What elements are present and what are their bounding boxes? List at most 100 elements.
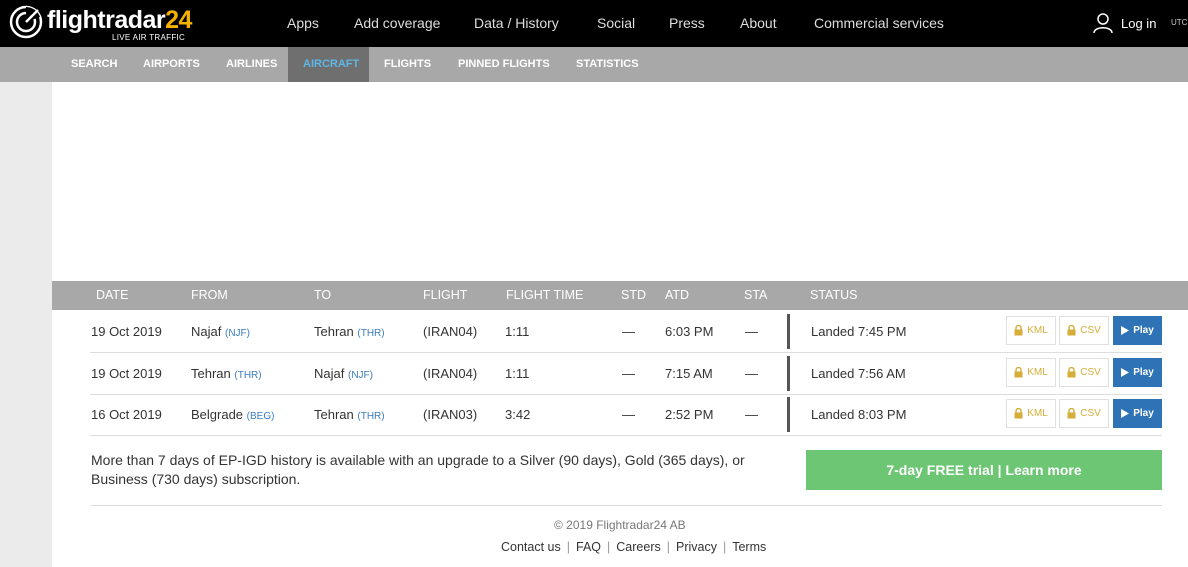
cell-flight: (IRAN03): [423, 407, 478, 422]
subnav-airports[interactable]: AIRPORTS: [143, 47, 200, 82]
kml-label: KML: [1027, 408, 1048, 419]
footer-separator: |: [666, 540, 670, 554]
from-airport-code[interactable]: (THR): [234, 370, 261, 381]
cell-flight-time: 1:11: [505, 366, 530, 381]
play-button[interactable]: Play: [1113, 316, 1162, 345]
lock-icon: [1014, 325, 1023, 336]
play-icon: [1121, 368, 1130, 377]
cell-std: —: [622, 324, 635, 339]
flight-history-table-header: DATE FROM TO FLIGHT FLIGHT TIME STD ATD …: [52, 281, 1188, 310]
subnav-search[interactable]: SEARCH: [71, 47, 117, 82]
cell-from: Najaf (NJF): [191, 324, 250, 339]
cell-date: 16 Oct 2019: [91, 407, 162, 422]
header-date: DATE: [96, 288, 129, 302]
csv-label: CSV: [1080, 367, 1101, 378]
table-row[interactable]: 16 Oct 2019 Belgrade (BEG) Tehran (THR) (IR…: [90, 394, 1162, 436]
play-button[interactable]: Play: [1113, 358, 1162, 387]
play-icon: [1121, 409, 1130, 418]
cell-date: 19 Oct 2019: [91, 324, 162, 339]
left-gutter: [0, 82, 52, 567]
cell-std: —: [622, 407, 635, 422]
to-airport-code[interactable]: (THR): [357, 328, 384, 339]
topnav-apps[interactable]: Apps: [287, 15, 319, 31]
cell-sta: —: [745, 407, 758, 422]
from-airport: Tehran: [191, 366, 231, 381]
csv-label: CSV: [1080, 325, 1101, 336]
cell-std: —: [622, 366, 635, 381]
free-trial-button[interactable]: 7-day FREE trial | Learn more: [806, 450, 1162, 490]
table-row[interactable]: 19 Oct 2019 Tehran (THR) Najaf (NJF) (IRAN0…: [90, 353, 1162, 395]
to-airport-code[interactable]: (THR): [357, 411, 384, 422]
csv-download-button[interactable]: CSV: [1059, 316, 1109, 345]
header-status: STATUS: [810, 288, 858, 302]
header-to: TO: [314, 288, 332, 302]
topnav-add-coverage[interactable]: Add coverage: [354, 15, 440, 31]
status-indicator: [787, 397, 790, 432]
footer-link-terms[interactable]: Terms: [732, 540, 766, 554]
user-icon: [1093, 13, 1113, 34]
subnav-pinned-flights[interactable]: PINNED FLIGHTS: [458, 47, 550, 82]
csv-download-button[interactable]: CSV: [1059, 399, 1109, 428]
header-flight: FLIGHT: [423, 288, 468, 302]
brand-name: flightradar: [47, 6, 166, 34]
to-airport: Najaf: [314, 366, 345, 381]
to-airport-code[interactable]: (NJF): [348, 370, 373, 381]
csv-download-button[interactable]: CSV: [1059, 358, 1109, 387]
footer-link-careers[interactable]: Careers: [616, 540, 660, 554]
cell-to: Najaf (NJF): [314, 366, 373, 381]
footer-separator: |: [566, 540, 571, 554]
from-airport: Najaf: [191, 324, 222, 339]
cell-atd: 7:15 AM: [665, 366, 713, 381]
utc-toggle[interactable]: UTC: [1171, 18, 1187, 27]
lock-icon: [1067, 408, 1076, 419]
from-airport-code[interactable]: (BEG): [247, 411, 275, 422]
status-indicator: [787, 356, 790, 391]
kml-download-button[interactable]: KML: [1006, 316, 1056, 345]
cell-atd: 2:52 PM: [665, 407, 714, 422]
kml-download-button[interactable]: KML: [1006, 358, 1056, 387]
subnav-airlines[interactable]: AIRLINES: [226, 47, 277, 82]
footer-link-contact-us[interactable]: Contact us: [501, 540, 561, 554]
to-airport: Tehran: [314, 407, 354, 422]
cell-status: Landed 7:56 AM: [811, 366, 906, 381]
kml-label: KML: [1027, 325, 1048, 336]
play-label: Play: [1133, 367, 1154, 378]
topnav-commercial-services[interactable]: Commercial services: [814, 15, 944, 31]
login-button[interactable]: Log in: [1093, 11, 1156, 35]
cell-flight-time: 1:11: [505, 324, 530, 339]
from-airport: Belgrade: [191, 407, 244, 422]
footer-link-faq[interactable]: FAQ: [576, 540, 601, 554]
lock-icon: [1014, 367, 1023, 378]
topnav-data-history[interactable]: Data / History: [474, 15, 559, 31]
header-std: STD: [621, 288, 646, 302]
play-label: Play: [1133, 325, 1154, 336]
footer-separator: |: [607, 540, 611, 554]
topnav-press[interactable]: Press: [669, 15, 705, 31]
cell-flight: (IRAN04): [423, 324, 478, 339]
header-sta: STA: [744, 288, 768, 302]
header-atd: ATD: [665, 288, 690, 302]
subnav-statistics[interactable]: STATISTICS: [576, 47, 639, 82]
topnav-about[interactable]: About: [740, 15, 777, 31]
table-row[interactable]: 19 Oct 2019 Najaf (NJF) Tehran (THR) (IRAN0…: [90, 311, 1162, 353]
upgrade-notice: More than 7 days of EP-IGD history is av…: [91, 452, 745, 487]
play-button[interactable]: Play: [1113, 399, 1162, 428]
subnav-flights[interactable]: FLIGHTS: [384, 47, 431, 82]
cell-status: Landed 7:45 PM: [811, 324, 907, 339]
kml-label: KML: [1027, 367, 1048, 378]
header-flight-time: FLIGHT TIME: [506, 288, 584, 302]
csv-label: CSV: [1080, 408, 1101, 419]
footer-links: Contact us | FAQ | Careers | Privacy | T…: [501, 540, 766, 554]
cell-from: Belgrade (BEG): [191, 407, 274, 422]
play-label: Play: [1133, 408, 1154, 419]
from-airport-code[interactable]: (NJF): [225, 328, 250, 339]
cell-flight-time: 3:42: [505, 407, 531, 422]
copyright: © 2019 Flightradar24 AB: [554, 518, 686, 532]
topnav-social[interactable]: Social: [597, 15, 635, 31]
top-navigation-bar: flightradar24 LIVE AIR TRAFFIC Apps Add …: [0, 0, 1188, 47]
subnav-aircraft[interactable]: AIRCRAFT: [288, 47, 369, 82]
kml-download-button[interactable]: KML: [1006, 399, 1056, 428]
lock-icon: [1014, 408, 1023, 419]
footer-link-privacy[interactable]: Privacy: [676, 540, 717, 554]
cell-sta: —: [745, 366, 758, 381]
